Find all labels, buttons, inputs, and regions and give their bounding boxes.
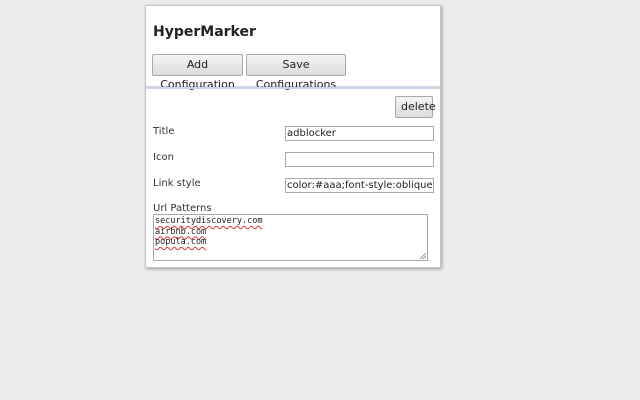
hypermarker-panel: HyperMarker Add Configuration Save Confi…: [145, 5, 441, 268]
url-pattern-line: popula.com: [155, 237, 207, 247]
add-configuration-button[interactable]: Add Configuration: [152, 54, 243, 91]
link-style-label: Link style: [153, 178, 201, 189]
icon-label: Icon: [153, 152, 174, 163]
title-label: Title: [153, 126, 175, 137]
configuration-block: delete Title Icon Link style Url Pattern…: [146, 87, 440, 269]
url-patterns-textarea[interactable]: securitydiscovery.com airbnb.com popula.…: [153, 214, 428, 261]
url-pattern-line: securitydiscovery.com: [155, 216, 263, 226]
url-pattern-line: airbnb.com: [155, 226, 207, 237]
panel-header: HyperMarker Add Configuration Save Confi…: [146, 6, 440, 91]
delete-button[interactable]: delete: [395, 96, 436, 118]
resize-grip-icon[interactable]: [420, 253, 426, 259]
save-configurations-button[interactable]: Save Configurations: [246, 54, 346, 91]
title-input[interactable]: [285, 126, 434, 141]
icon-input[interactable]: [285, 152, 434, 167]
link-style-input[interactable]: [285, 178, 434, 193]
app-title: HyperMarker: [153, 24, 256, 40]
url-patterns-label: Url Patterns: [153, 203, 212, 214]
